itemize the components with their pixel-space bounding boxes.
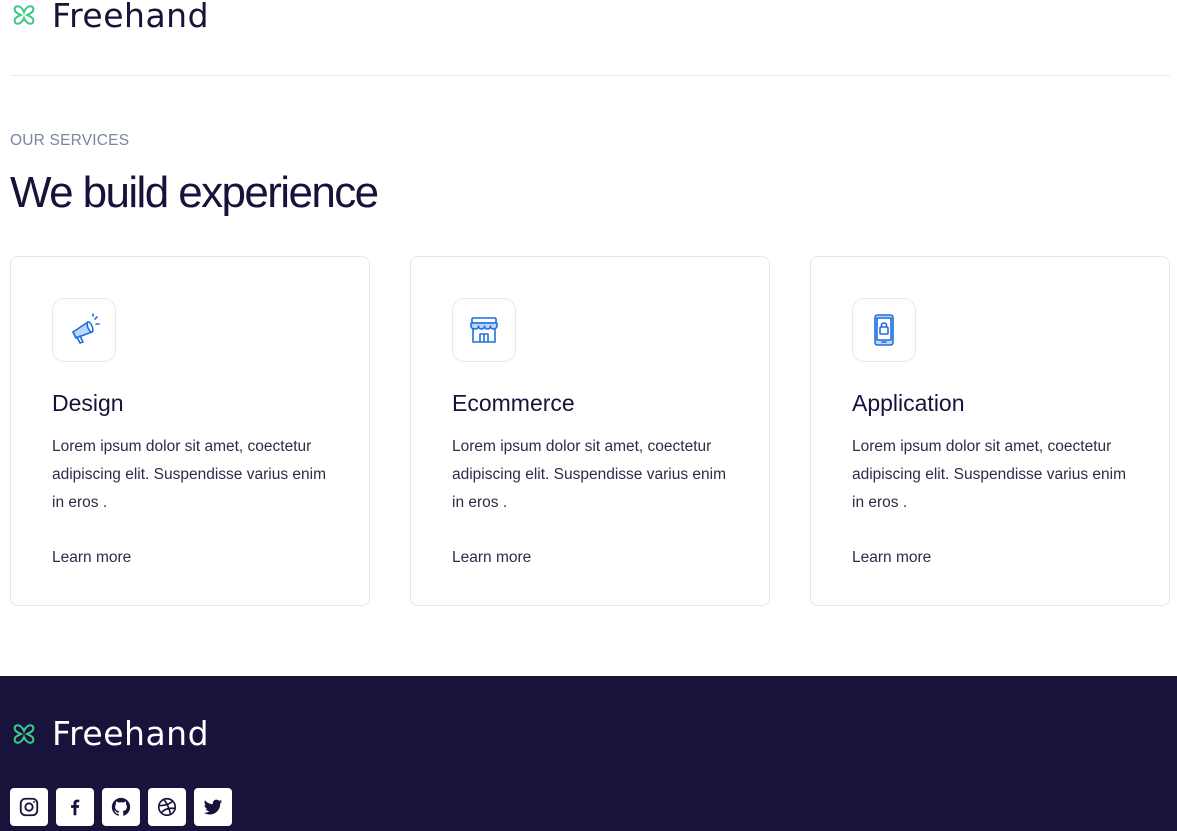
dribbble-icon[interactable] bbox=[148, 788, 186, 826]
footer-brand-name: Freehand bbox=[52, 714, 210, 753]
service-card-ecommerce: Ecommerce Lorem ipsum dolor sit amet, co… bbox=[410, 256, 770, 606]
section-heading: We build experience bbox=[10, 168, 379, 217]
mobile-lock-icon bbox=[852, 298, 916, 362]
storefront-icon bbox=[452, 298, 516, 362]
card-description: Lorem ipsum dolor sit amet, coectetur ad… bbox=[52, 438, 326, 511]
clover-icon bbox=[13, 723, 35, 744]
service-card-design: Design Lorem ipsum dolor sit amet, coect… bbox=[10, 256, 370, 606]
brand-name: Freehand bbox=[52, 0, 210, 35]
learn-more-link[interactable]: Learn more bbox=[852, 549, 931, 567]
twitter-icon[interactable] bbox=[194, 788, 232, 826]
card-title: Design bbox=[52, 390, 124, 416]
learn-more-link[interactable]: Learn more bbox=[52, 549, 131, 567]
facebook-icon[interactable] bbox=[56, 788, 94, 826]
footer-brand-logo-link[interactable]: Freehand bbox=[10, 714, 209, 753]
megaphone-icon bbox=[52, 298, 116, 362]
learn-more-link[interactable]: Learn more bbox=[452, 549, 531, 567]
header-divider bbox=[10, 75, 1170, 76]
instagram-icon[interactable] bbox=[10, 788, 48, 826]
section-eyebrow: OUR SERVICES bbox=[10, 132, 130, 149]
github-icon[interactable] bbox=[102, 788, 140, 826]
site-footer: Freehand bbox=[0, 676, 1177, 831]
card-title: Application bbox=[852, 390, 965, 416]
site-header: Freehand bbox=[10, 0, 209, 40]
card-title: Ecommerce bbox=[452, 390, 575, 416]
page: Freehand OUR SERVICES We build experienc… bbox=[0, 0, 1177, 831]
social-links bbox=[10, 788, 232, 826]
brand-logo-link[interactable]: Freehand bbox=[10, 0, 209, 35]
service-card-application: Application Lorem ipsum dolor sit amet, … bbox=[810, 256, 1170, 606]
card-description: Lorem ipsum dolor sit amet, coectetur ad… bbox=[852, 438, 1126, 511]
card-description: Lorem ipsum dolor sit amet, coectetur ad… bbox=[452, 438, 726, 511]
clover-icon bbox=[13, 5, 35, 25]
